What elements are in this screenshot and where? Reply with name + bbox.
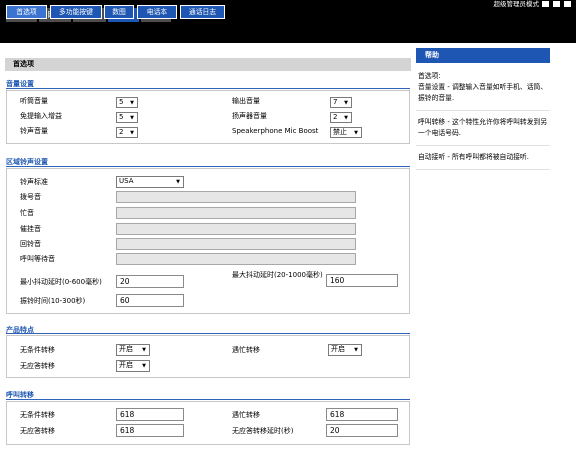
chevron-down-icon: ▼: [142, 347, 146, 353]
subtab-call-log[interactable]: 通话日志: [180, 5, 225, 19]
help-volume-text: 音量设置 - 调整输入音量如听手机、话筒、振铃的音量.: [416, 82, 550, 111]
unconditional-number-input[interactable]: 618: [116, 408, 184, 421]
ring-standard-label: 铃声标准: [20, 178, 48, 186]
busy-tone-input[interactable]: [116, 207, 356, 219]
mode-option-1-checkbox[interactable]: [542, 1, 549, 7]
help-subtitle: 首选项:: [418, 72, 441, 80]
section-divider: [6, 333, 410, 334]
section-divider: [6, 88, 410, 89]
chevron-down-icon: ▼: [130, 100, 134, 106]
sub-nav-bar: [0, 22, 576, 43]
ringback-tone-label: 回铃音: [20, 240, 41, 248]
output-volume-select[interactable]: 7 ▼: [330, 97, 352, 108]
chevron-down-icon: ▼: [354, 130, 358, 136]
subtab-dial-plan[interactable]: 数图: [104, 5, 134, 19]
mode-option-2-checkbox[interactable]: [553, 1, 560, 7]
busy-number-input[interactable]: 618: [326, 408, 398, 421]
help-autoanswer-text: 自动接听 - 所有呼叫都将被自动接听.: [416, 146, 550, 170]
unconditional-forward-select[interactable]: 开启 ▼: [116, 344, 150, 356]
output-volume-label: 输出音量: [232, 97, 260, 105]
ring-standard-select[interactable]: USA ▼: [116, 176, 184, 188]
subtab-programmable-keys[interactable]: 多功能按键: [50, 5, 102, 19]
handset-volume-label: 听筒音量: [20, 97, 48, 105]
busy-tone-label: 忙音: [20, 209, 34, 217]
noanswer-delay-input[interactable]: 20: [326, 424, 398, 437]
dial-tone-input[interactable]: [116, 191, 356, 203]
help-panel: 帮助 首选项: 音量设置 - 调整输入音量如听手机、话筒、振铃的音量. 呼叫转移…: [416, 48, 550, 170]
mic-boost-label: Speakerphone Mic Boost: [232, 127, 319, 135]
offhook-warning-tone-label: 催挂音: [20, 225, 41, 233]
noanswer-number-input[interactable]: 618: [116, 424, 184, 437]
section-divider: [6, 399, 410, 400]
noanswer-number-label: 无应答转移: [20, 427, 55, 435]
busy-forward-select[interactable]: 开启 ▼: [328, 344, 362, 356]
call-waiting-tone-label: 呼叫等待音: [20, 255, 55, 263]
speaker-volume-label: 扬声器音量: [232, 112, 267, 120]
section-divider: [6, 166, 410, 167]
help-title: 帮助: [416, 48, 550, 63]
mic-boost-select[interactable]: 禁止 ▼: [330, 127, 362, 138]
subtab-phonebook[interactable]: 电话本: [137, 5, 177, 19]
min-jitter-label: 最小抖动延时(0-600毫秒): [20, 278, 102, 286]
unconditional-forward-label: 无条件转移: [20, 346, 55, 354]
page-title: 首选项: [5, 58, 411, 71]
mode-selector: 超级管理员模式: [494, 0, 573, 8]
chevron-down-icon: ▼: [354, 347, 358, 353]
chevron-down-icon: ▼: [344, 115, 348, 121]
offhook-warning-tone-input[interactable]: [116, 223, 356, 235]
busy-number-label: 遇忙转移: [232, 411, 260, 419]
busy-forward-label: 遇忙转移: [232, 346, 260, 354]
chevron-down-icon: ▼: [130, 115, 134, 121]
noanswer-forward-label: 无应答转移: [20, 362, 55, 370]
noanswer-delay-label: 无应答转移延时(秒): [232, 427, 294, 435]
mode-option-3-checkbox[interactable]: [564, 1, 571, 7]
noanswer-forward-select[interactable]: 开启 ▼: [116, 360, 150, 372]
max-jitter-label: 最大抖动延时(20-1000毫秒): [232, 271, 323, 279]
unconditional-number-label: 无条件转移: [20, 411, 55, 419]
call-waiting-tone-input[interactable]: [116, 253, 356, 265]
ring-time-input[interactable]: 60: [116, 294, 184, 307]
chevron-down-icon: ▼: [176, 179, 180, 185]
ring-time-label: 振铃时间(10-300秒): [20, 297, 86, 305]
admin-mode-label: 超级管理员模式: [493, 0, 540, 8]
chevron-down-icon: ▼: [130, 130, 134, 136]
chevron-down-icon: ▼: [142, 363, 146, 369]
dial-tone-label: 拨号音: [20, 193, 41, 201]
chevron-down-icon: ▼: [344, 100, 348, 106]
max-jitter-input[interactable]: 160: [326, 274, 398, 287]
handset-volume-select[interactable]: 5 ▼: [116, 97, 138, 108]
features-section: [6, 335, 410, 378]
help-forward-text: 呼叫转移 - 这个特性允许你将呼叫转发到另一个电话号码.: [416, 111, 550, 146]
subtab-preferences[interactable]: 首选项: [6, 5, 47, 19]
ringer-volume-label: 铃声音量: [20, 127, 48, 135]
ringer-volume-select[interactable]: 2 ▼: [116, 127, 138, 138]
min-jitter-input[interactable]: 20: [116, 275, 184, 288]
handsfree-gain-label: 免提输入增益: [20, 112, 62, 120]
handsfree-gain-select[interactable]: 5 ▼: [116, 112, 138, 123]
speaker-volume-select[interactable]: 2 ▼: [330, 112, 352, 123]
ringback-tone-input[interactable]: [116, 238, 356, 250]
